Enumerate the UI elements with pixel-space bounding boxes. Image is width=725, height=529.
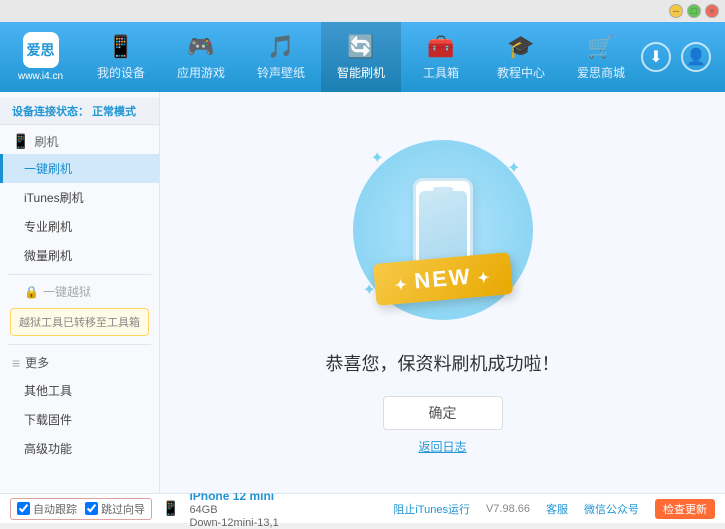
back-to-log-link[interactable]: 返回日志 — [418, 438, 466, 455]
nav-smart-flash-icon: 🔄 — [347, 34, 374, 60]
more-label: 更多 — [25, 354, 49, 371]
footer: 自动跟踪 跳过向导 📱 iPhone 12 mini 64GB Down-12m… — [0, 493, 725, 523]
download-button[interactable]: ⬇ — [641, 42, 671, 72]
section-flash: 📱 刷机 — [0, 129, 159, 154]
nav-right: ⬇ 👤 — [641, 42, 725, 72]
sidebar-divider-1 — [8, 274, 151, 275]
logo: 爱思 www.i4.cn — [0, 32, 81, 82]
phone-illustration: ✦ ✦ ✦ NEW — [343, 130, 543, 330]
nav-my-device[interactable]: 📱 我的设备 — [81, 22, 161, 92]
nav-store[interactable]: 🛒 爱思商城 — [561, 22, 641, 92]
header: 爱思 www.i4.cn 📱 我的设备 🎮 应用游戏 🎵 铃声壁纸 🔄 智能刷机… — [0, 22, 725, 92]
jailbreak-label: 一键越狱 — [43, 283, 91, 300]
nav-smart-flash-label: 智能刷机 — [337, 64, 385, 81]
other-tools-label: 其他工具 — [24, 384, 72, 398]
minimize-button[interactable]: ─ — [669, 4, 683, 18]
nav-apps-games-label: 应用游戏 — [177, 64, 225, 81]
flash-section-icon: 📱 — [12, 133, 29, 150]
warning-text: 越狱工具已转移至工具箱 — [19, 317, 140, 329]
skip-wizard-input[interactable] — [85, 502, 98, 515]
sidebar-advanced[interactable]: 高级功能 — [0, 434, 159, 463]
nav-store-icon: 🛒 — [587, 34, 614, 60]
more-section-header: ≡ 更多 — [0, 349, 159, 376]
sidebar-divider-2 — [8, 344, 151, 345]
pro-flash-label: 专业刷机 — [24, 220, 72, 234]
nav-ringtones-label: 铃声壁纸 — [257, 64, 305, 81]
nav-tutorial[interactable]: 🎓 教程中心 — [481, 22, 561, 92]
auto-track-checkbox[interactable]: 自动跟踪 — [17, 501, 77, 517]
main-area: 设备连接状态： 正常模式 📱 刷机 一键刷机 iTunes刷机 专业刷机 微量刷… — [0, 92, 725, 493]
status-value: 正常模式 — [92, 106, 136, 118]
sidebar-jailbreak-disabled: 🔒 一键越狱 — [0, 279, 159, 304]
footer-device-info: 📱 — [162, 500, 179, 517]
version-label: V7.98.66 — [486, 503, 530, 515]
logo-icon-text: 爱思 — [27, 40, 55, 60]
phone-icon: 📱 — [162, 500, 179, 517]
nav-smart-flash[interactable]: 🔄 智能刷机 — [321, 22, 401, 92]
logo-url: www.i4.cn — [18, 71, 63, 82]
footer-right: 阻止iTunes运行 V7.98.66 客服 微信公众号 检查更新 — [393, 499, 715, 519]
content-area: ✦ ✦ ✦ NEW 恭喜您，保资料刷机成功啦！ 确定 返回日志 — [160, 92, 725, 493]
update-button[interactable]: 检查更新 — [655, 499, 715, 519]
sparkle-2: ✦ — [507, 158, 520, 178]
close-button[interactable]: × — [705, 4, 719, 18]
stop-itunes-link[interactable]: 阻止iTunes运行 — [393, 501, 470, 517]
sidebar-other-tools[interactable]: 其他工具 — [0, 376, 159, 405]
more-icon: ≡ — [12, 355, 20, 371]
wechat-link[interactable]: 微信公众号 — [584, 501, 639, 517]
sidebar-save-flash[interactable]: 微量刷机 — [0, 241, 159, 270]
maximize-button[interactable]: □ — [687, 4, 701, 18]
nav-store-label: 爱思商城 — [577, 64, 625, 81]
title-bar: ─ □ × — [0, 0, 725, 22]
nav-tutorial-label: 教程中心 — [497, 64, 545, 81]
nav-tutorial-icon: 🎓 — [507, 34, 534, 60]
skip-wizard-label: 跳过向导 — [101, 501, 145, 517]
sidebar-one-click-flash[interactable]: 一键刷机 — [0, 154, 159, 183]
nav-toolbox-icon: 🧰 — [427, 34, 454, 60]
one-click-flash-label: 一键刷机 — [24, 162, 72, 176]
status-label: 设备连接状态： — [12, 106, 89, 118]
lock-icon: 🔒 — [24, 285, 39, 299]
save-flash-label: 微量刷机 — [24, 249, 72, 263]
confirm-button[interactable]: 确定 — [383, 396, 503, 430]
sidebar-warning-box: 越狱工具已转移至工具箱 — [10, 308, 149, 336]
nav-my-device-label: 我的设备 — [97, 64, 145, 81]
nav-toolbox-label: 工具箱 — [423, 64, 459, 81]
service-link[interactable]: 客服 — [546, 501, 568, 517]
nav-toolbox[interactable]: 🧰 工具箱 — [401, 22, 481, 92]
advanced-label: 高级功能 — [24, 442, 72, 456]
sidebar: 设备连接状态： 正常模式 📱 刷机 一键刷机 iTunes刷机 专业刷机 微量刷… — [0, 92, 160, 493]
skip-wizard-checkbox[interactable]: 跳过向导 — [85, 501, 145, 517]
sidebar-download-firmware[interactable]: 下载固件 — [0, 405, 159, 434]
download-firmware-label: 下载固件 — [24, 413, 72, 427]
sparkle-1: ✦ — [371, 148, 384, 168]
user-button[interactable]: 👤 — [681, 42, 711, 72]
nav-ringtones[interactable]: 🎵 铃声壁纸 — [241, 22, 321, 92]
logo-icon: 爱思 — [23, 32, 59, 68]
nav-apps-games-icon: 🎮 — [187, 34, 214, 60]
footer-checkbox-area: 自动跟踪 跳过向导 — [10, 498, 152, 520]
itunes-flash-label: iTunes刷机 — [24, 191, 84, 205]
device-status: 设备连接状态： 正常模式 — [0, 98, 159, 125]
nav-ringtones-icon: 🎵 — [267, 34, 294, 60]
nav-my-device-icon: 📱 — [107, 34, 134, 60]
device-storage: 64GB — [189, 504, 278, 516]
auto-track-label: 自动跟踪 — [33, 501, 77, 517]
phone-notch — [433, 187, 453, 192]
nav-bar: 📱 我的设备 🎮 应用游戏 🎵 铃声壁纸 🔄 智能刷机 🧰 工具箱 🎓 教程中心… — [81, 22, 641, 92]
sidebar-itunes-flash[interactable]: iTunes刷机 — [0, 183, 159, 212]
nav-apps-games[interactable]: 🎮 应用游戏 — [161, 22, 241, 92]
success-message: 恭喜您，保资料刷机成功啦！ — [326, 350, 560, 376]
flash-section-label: 刷机 — [34, 133, 58, 150]
auto-track-input[interactable] — [17, 502, 30, 515]
sidebar-pro-flash[interactable]: 专业刷机 — [0, 212, 159, 241]
